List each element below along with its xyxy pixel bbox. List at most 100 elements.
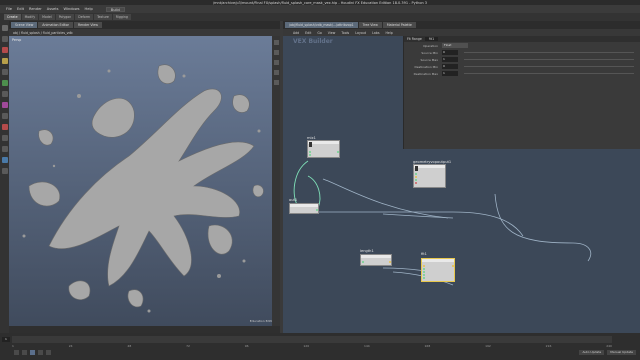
parameter-pane: Fit Range fit1 Operation Float Source Mi… bbox=[403, 36, 640, 149]
menubar: File Edit Render Assets Windows Help Bui… bbox=[0, 5, 640, 13]
param-row-source-max: Source Max 1 bbox=[404, 56, 640, 63]
viewport-path[interactable]: obj / fluid_splash / fluid_particles_vdb bbox=[13, 31, 73, 35]
menu-render[interactable]: Render bbox=[29, 7, 42, 11]
dest-max-slider[interactable] bbox=[464, 72, 634, 75]
viewport-display-toolbar bbox=[272, 36, 280, 326]
tick: 96 bbox=[244, 344, 249, 348]
tab-render-view[interactable]: Render View bbox=[74, 22, 102, 28]
net-menu-tools[interactable]: Tools bbox=[341, 31, 349, 35]
param-label: Source Max bbox=[420, 57, 438, 62]
render-tool-icon[interactable] bbox=[1, 168, 8, 174]
tick: 48 bbox=[127, 344, 132, 348]
net-menu-view[interactable]: View bbox=[328, 31, 336, 35]
tick: 168 bbox=[424, 344, 431, 348]
tab-animation-editor[interactable]: Animation Editor bbox=[38, 22, 73, 28]
tick: 1 bbox=[12, 344, 14, 348]
update-mode: Auto Update Manual Update bbox=[579, 350, 636, 355]
shelf-tab-model[interactable]: Model bbox=[39, 14, 55, 20]
network-editor-pane: /obj/fluid_splash/vdb_mask/.../attribvop… bbox=[283, 21, 640, 333]
lighting-icon[interactable] bbox=[273, 60, 279, 65]
param-row-source-min: Source Min 0 bbox=[404, 49, 640, 56]
menu-help[interactable]: Help bbox=[85, 7, 93, 11]
view-tool-icon[interactable] bbox=[1, 91, 8, 97]
source-min-slider[interactable] bbox=[464, 51, 634, 54]
menu-assets[interactable]: Assets bbox=[47, 7, 59, 11]
shelf-tab-texture[interactable]: Texture bbox=[94, 14, 112, 20]
net-menu-add[interactable]: Add bbox=[293, 31, 299, 35]
camera-label[interactable]: Persp bbox=[12, 38, 21, 42]
tick: 72 bbox=[186, 344, 190, 348]
dest-min-field[interactable]: 0 bbox=[442, 64, 458, 69]
select-tool-icon[interactable] bbox=[1, 25, 8, 31]
pose-tool-icon[interactable] bbox=[1, 80, 8, 86]
tick: 240 bbox=[606, 344, 612, 348]
auto-update-button[interactable]: Auto Update bbox=[579, 350, 605, 355]
param-label: Operation bbox=[423, 43, 438, 48]
shelf-tab-modify[interactable]: Modify bbox=[21, 14, 39, 20]
paint-tool-icon[interactable] bbox=[1, 102, 8, 108]
source-min-field[interactable]: 0 bbox=[442, 50, 458, 55]
shelf-tab-rigging[interactable]: Rigging bbox=[112, 14, 131, 20]
timeline-ticks: 1 24 48 72 96 120 144 168 192 216 240 bbox=[12, 344, 612, 349]
shelf-tab-polygon[interactable]: Polygon bbox=[55, 14, 75, 20]
shelf-tab-create[interactable]: Create bbox=[4, 14, 21, 20]
tab-tree-view[interactable]: Tree View bbox=[358, 22, 382, 28]
tab-scene-view[interactable]: Scene View bbox=[11, 22, 38, 28]
source-max-slider[interactable] bbox=[464, 58, 634, 61]
tab-network-path[interactable]: /obj/fluid_splash/vdb_mask/.../attribvop… bbox=[285, 22, 358, 28]
move-tool-icon[interactable] bbox=[1, 36, 8, 42]
net-menu-layout[interactable]: Layout bbox=[355, 31, 366, 35]
manual-update-button[interactable]: Manual Update bbox=[607, 350, 636, 355]
first-frame-icon[interactable] bbox=[14, 350, 19, 355]
last-frame-icon[interactable] bbox=[46, 350, 51, 355]
snap-tool-icon[interactable] bbox=[1, 124, 8, 130]
network-tabs: /obj/fluid_splash/vdb_mask/.../attribvop… bbox=[283, 21, 640, 29]
tick: 216 bbox=[545, 344, 552, 348]
desktop-select[interactable]: Build bbox=[105, 6, 125, 12]
tick: 192 bbox=[485, 344, 491, 348]
dest-max-field[interactable]: 1 bbox=[442, 71, 458, 76]
prev-frame-icon[interactable] bbox=[22, 350, 27, 355]
tab-material-palette[interactable]: Material Palette bbox=[382, 22, 416, 28]
current-frame-field[interactable]: 1 bbox=[2, 337, 10, 342]
measure-tool-icon[interactable] bbox=[1, 113, 8, 119]
grid-icon[interactable] bbox=[273, 70, 279, 75]
3d-viewport[interactable]: Persp Education Edition bbox=[9, 36, 280, 326]
viewport-tabs: Scene View Animation Editor Render View bbox=[9, 21, 280, 29]
dest-min-slider[interactable] bbox=[464, 65, 634, 68]
left-toolbar bbox=[0, 21, 9, 333]
param-label: Destination Min bbox=[414, 64, 439, 69]
camera-icon[interactable] bbox=[273, 80, 279, 85]
rotate-tool-icon[interactable] bbox=[1, 47, 8, 53]
menu-edit[interactable]: Edit bbox=[17, 7, 24, 11]
tick: 120 bbox=[303, 344, 310, 348]
net-menu-go[interactable]: Go bbox=[317, 31, 321, 35]
handle-tool-icon[interactable] bbox=[1, 69, 8, 75]
net-menu-edit[interactable]: Edit bbox=[305, 31, 311, 35]
shelf-tabs: Create Modify Model Polygon Deform Textu… bbox=[0, 13, 640, 21]
node-out1-label: out1 bbox=[289, 198, 298, 202]
viewport-path-bar: obj / fluid_splash / fluid_particles_vdb bbox=[9, 29, 280, 36]
timeline: 1 1 24 48 72 96 120 144 168 192 216 240 … bbox=[0, 333, 640, 360]
node-name-field[interactable]: fit1 bbox=[424, 37, 439, 41]
play-icon[interactable] bbox=[30, 350, 35, 355]
param-label: Source Min bbox=[421, 50, 438, 55]
display-tool-icon[interactable] bbox=[1, 135, 8, 141]
light-tool-icon[interactable] bbox=[1, 146, 8, 152]
playback-controls bbox=[14, 350, 51, 355]
shelf-tab-deform[interactable]: Deform bbox=[75, 14, 94, 20]
net-menu-labs[interactable]: Labs bbox=[372, 31, 379, 35]
menu-windows[interactable]: Windows bbox=[63, 7, 79, 11]
param-label: Destination Max bbox=[413, 71, 438, 76]
operation-select[interactable]: Float bbox=[442, 43, 468, 48]
param-row-dest-max: Destination Max 1 bbox=[404, 70, 640, 77]
shading-icon[interactable] bbox=[273, 50, 279, 55]
next-frame-icon[interactable] bbox=[38, 350, 43, 355]
display-option-icon[interactable] bbox=[273, 40, 279, 45]
net-menu-help[interactable]: Help bbox=[385, 31, 392, 35]
timeline-scrubber[interactable] bbox=[12, 336, 612, 343]
camera-tool-icon[interactable] bbox=[1, 157, 8, 163]
menu-file[interactable]: File bbox=[6, 7, 12, 11]
source-max-field[interactable]: 1 bbox=[442, 57, 458, 62]
scale-tool-icon[interactable] bbox=[1, 58, 8, 64]
